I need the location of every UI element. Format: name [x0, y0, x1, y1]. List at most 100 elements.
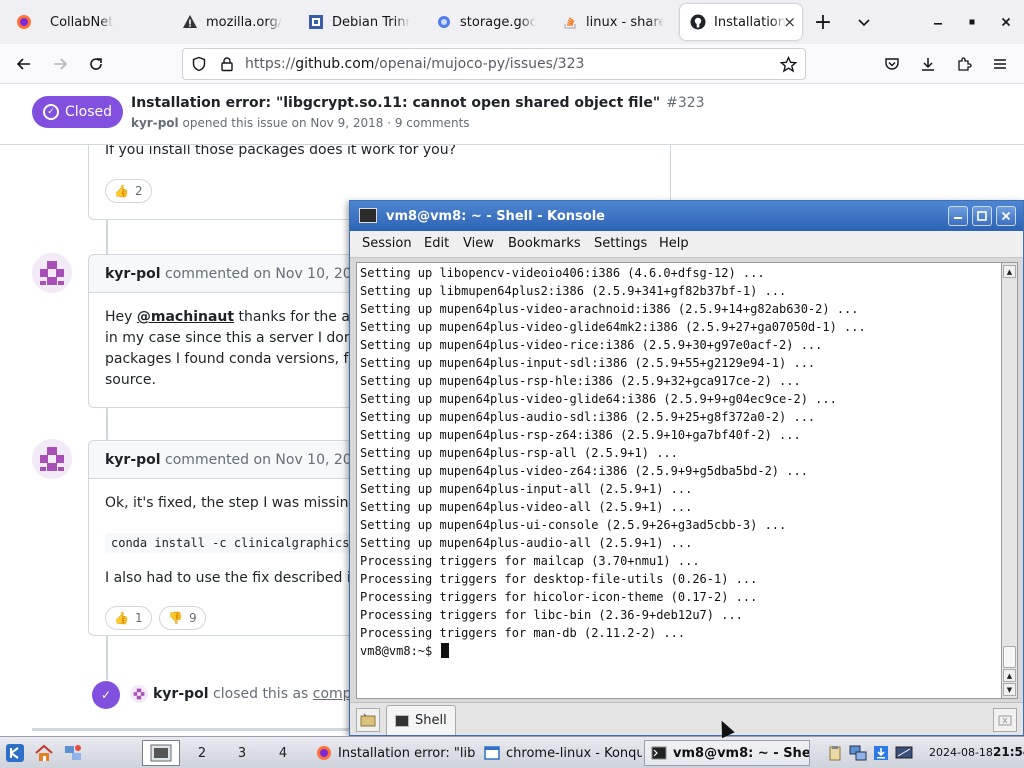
menu-edit[interactable]: Edit [424, 236, 449, 251]
check-circle-icon: ✓ [42, 104, 59, 120]
extensions-button[interactable] [950, 50, 978, 78]
terminal-icon [395, 714, 409, 727]
terminal-line: Setting up mupen64plus-video-glide64:i38… [360, 392, 837, 406]
back-button[interactable] [10, 50, 38, 78]
menu-button[interactable] [986, 50, 1014, 78]
thumbs-down-icon: 👎 [168, 611, 183, 625]
network-tray-icon[interactable] [849, 744, 867, 762]
reload-button[interactable] [82, 50, 110, 78]
pocket-button[interactable] [878, 50, 906, 78]
comment-author-link[interactable]: kyr-pol [105, 266, 161, 282]
issue-title-text: Installation error: "libgcrypt.so.11: ca… [131, 95, 661, 111]
update-tray-icon[interactable] [872, 744, 890, 762]
comment-author-link[interactable]: kyr-pol [105, 452, 161, 468]
task-konqueror[interactable]: chrome-linux - Konque [478, 740, 642, 766]
reaction-thumbs-up[interactable]: 👍 1 [105, 606, 152, 630]
tab-installation-active[interactable]: Installation × [680, 4, 802, 40]
google-icon [436, 14, 452, 30]
konsole-minimize-button[interactable] [948, 206, 968, 226]
tab-label: mozilla.org/p [206, 14, 282, 30]
desktop-1-button[interactable] [142, 740, 180, 766]
scroll-up-arrow[interactable]: ▲ [1003, 669, 1016, 682]
comment-author-line: kyr-pol commented on Nov 10, 2018 [105, 266, 370, 282]
terminal-icon [651, 745, 667, 761]
konsole-close-button[interactable] [996, 206, 1016, 226]
terminal-line: Setting up mupen64plus-video-rice:i386 (… [360, 338, 823, 352]
menu-help[interactable]: Help [659, 236, 689, 251]
task-konsole[interactable]: vm8@vm8: ~ - Shell - K [644, 740, 810, 766]
tab-linux-shared[interactable]: linux - shared [552, 4, 674, 40]
menu-settings[interactable]: Settings [594, 236, 647, 251]
scrollbar-thumb[interactable] [1003, 646, 1016, 668]
new-session-button[interactable] [356, 708, 380, 732]
desktop-preview-icon [150, 744, 172, 762]
konsole-maximize-button[interactable] [972, 206, 992, 226]
comment-card: kyr-pol commented on Nov 10, 2018 Ok, it… [88, 440, 388, 636]
timeline-line [106, 220, 108, 254]
tracking-protection-icon[interactable] [191, 56, 207, 76]
network-tool-button[interactable] [62, 742, 84, 764]
clock-time[interactable]: 21:54 [993, 745, 1024, 759]
url-text[interactable]: https://github.com/openai/mujoco-py/issu… [245, 56, 584, 72]
shell-tab[interactable]: Shell [386, 705, 456, 735]
task-firefox[interactable]: Installation error: "lib [310, 740, 476, 766]
closed-event-author[interactable]: kyr-pol [153, 686, 209, 702]
menu-bookmarks[interactable]: Bookmarks [508, 236, 581, 251]
tab-mozilla[interactable]: mozilla.org/p [172, 4, 292, 40]
forward-button[interactable] [46, 50, 74, 78]
new-tab-button[interactable]: + [809, 8, 837, 36]
home-folder-button[interactable] [33, 742, 55, 764]
konqueror-icon [484, 745, 500, 761]
downloads-button[interactable] [914, 50, 942, 78]
scroll-up-arrow[interactable]: ▲ [1003, 265, 1016, 278]
comment-timestamp[interactable]: commented on Nov 10, 2018 [165, 266, 369, 282]
task-label: vm8@vm8: ~ - Shell - K [673, 745, 810, 761]
list-all-tabs-button[interactable] [850, 8, 878, 36]
reaction-thumbs-up[interactable]: 👍 2 [105, 179, 152, 203]
comment-card: kyr-pol commented on Nov 10, 2018 Hey @m… [88, 254, 388, 408]
menu-view[interactable]: View [463, 236, 494, 251]
desktop-3-button[interactable]: 3 [223, 740, 261, 766]
timeline-line [106, 408, 108, 440]
konsole-titlebar[interactable]: vm8@vm8: ~ - Shell - Konsole [350, 201, 1023, 231]
terminal-line: Processing triggers for man-db (2.11.2-2… [360, 626, 686, 640]
close-window-button[interactable] [992, 8, 1020, 36]
close-tab-icon[interactable]: × [783, 13, 796, 31]
avatar[interactable] [130, 685, 148, 703]
desktop-2-button[interactable]: 2 [183, 740, 221, 766]
tab-collabnet[interactable]: CollabNet [6, 4, 166, 40]
tab-debian[interactable]: Debian Trinn [298, 4, 420, 40]
lock-icon[interactable] [219, 56, 235, 76]
comment-text: in my case since this a server I don't h [105, 330, 376, 346]
konsole-tab-bar: Shell [350, 702, 1023, 735]
terminal-scrollbar[interactable]: ▲ ▲ ▼ [1001, 262, 1018, 699]
firefox-icon [16, 14, 32, 30]
url-bar[interactable]: https://github.com/openai/mujoco-py/issu… [182, 48, 806, 80]
download-icon [922, 58, 934, 71]
desktop-4-button[interactable]: 4 [264, 740, 302, 766]
issue-author-link[interactable]: kyr-pol [131, 116, 179, 130]
terminal-output[interactable]: Setting up libopencv-videoio406:i386 (4.… [356, 262, 1002, 699]
issue-sticky-header: ✓ Closed Installation error: "libgcrypt.… [0, 84, 1024, 145]
terminal-prompt[interactable]: vm8@vm8:~$ [360, 642, 866, 660]
comment-timestamp[interactable]: commented on Nov 10, 2018 [165, 452, 369, 468]
display-tray-icon[interactable] [895, 744, 913, 762]
minimize-window-button[interactable] [924, 8, 952, 36]
chevron-down-icon [858, 19, 870, 27]
code-snippet: conda install -c clinicalgraphics [105, 533, 356, 553]
tab-storage-google[interactable]: storage.goog [426, 4, 546, 40]
close-session-button[interactable] [993, 708, 1017, 732]
maximize-window-button[interactable] [958, 8, 986, 36]
reaction-thumbs-down[interactable]: 👎 9 [159, 606, 206, 630]
closed-event-text: kyr-pol closed this as complet [153, 684, 370, 705]
kde-menu-button[interactable] [4, 742, 26, 764]
scroll-down-arrow[interactable]: ▼ [1003, 683, 1016, 696]
mention-link[interactable]: @machinaut [137, 309, 234, 325]
avatar[interactable] [32, 253, 72, 293]
clock-date[interactable]: 2024-08-18 [929, 746, 993, 759]
avatar[interactable] [32, 439, 72, 479]
arrow-right-icon [54, 58, 68, 70]
bookmark-star-icon[interactable] [779, 55, 798, 77]
menu-session[interactable]: Session [362, 236, 412, 251]
clipboard-tray-icon[interactable] [826, 744, 844, 762]
